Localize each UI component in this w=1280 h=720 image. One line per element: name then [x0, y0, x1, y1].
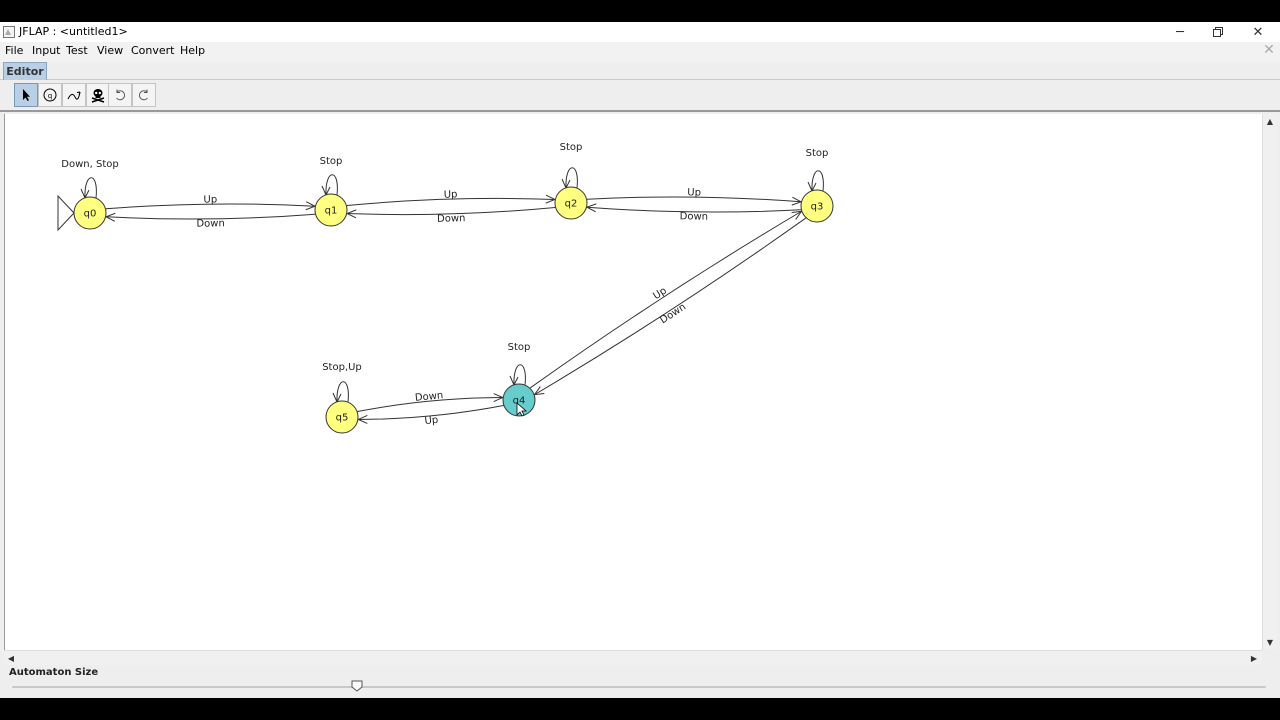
jflap-app-icon	[3, 26, 15, 38]
transition-q2-q2-stop-label[interactable]: Stop	[560, 142, 583, 153]
automaton-canvas[interactable]: Down, Stop Up Down Stop Up Down Stop Up Down Stop…	[4, 114, 1263, 650]
automaton-size-label: Automaton Size	[9, 667, 99, 678]
close-icon: ✕	[1252, 24, 1264, 40]
menu-convert[interactable]: Convert	[131, 44, 175, 57]
svg-text:q: q	[48, 92, 52, 100]
state-q1-label: q1	[325, 206, 338, 217]
vertical-scrollbar[interactable]: ▲ ▼	[1262, 114, 1277, 650]
transition-q5-q5-stop-up-label[interactable]: Stop,Up	[322, 362, 362, 373]
transition-creator-tool[interactable]	[62, 83, 86, 107]
state-creator-tool[interactable]: q	[38, 83, 62, 107]
attribute-editor-tool[interactable]	[14, 83, 38, 107]
state-q3-label: q3	[811, 202, 824, 213]
initial-state-marker	[57, 194, 75, 232]
transition-q2-q1-down-label[interactable]: Down	[437, 213, 466, 225]
automaton-size-slider[interactable]	[12, 686, 1266, 688]
minimize-button[interactable]: ─	[1161, 22, 1199, 42]
undo-button[interactable]	[108, 83, 132, 107]
close-tab-icon: ✕	[1263, 42, 1275, 58]
transition-q4-q3-up-arrowhead	[791, 210, 803, 220]
transition-q1-q1-stop-label[interactable]: Stop	[320, 156, 343, 167]
redo-icon	[138, 89, 148, 101]
menu-test[interactable]: Test	[66, 44, 88, 57]
toolbar: q	[0, 80, 1280, 112]
close-window-button[interactable]: ✕	[1239, 22, 1277, 42]
deleter-tool[interactable]	[86, 83, 110, 107]
transition-q3-q4-down-arrowhead	[533, 386, 545, 396]
transition-q1-q0-down-label[interactable]: Down	[196, 218, 224, 229]
skull-icon	[91, 89, 105, 103]
scroll-up-icon[interactable]: ▲	[1264, 115, 1276, 127]
transition-q5-q4-down-label[interactable]: Down	[414, 390, 443, 404]
transition-q3-q2-down-label[interactable]: Down	[680, 211, 708, 222]
slider-thumb[interactable]	[351, 680, 363, 692]
transition-q3-q4-down-label[interactable]: Down	[658, 302, 688, 327]
maximize-button[interactable]	[1199, 22, 1237, 42]
scroll-down-icon[interactable]: ▼	[1264, 636, 1276, 648]
automaton-diagram[interactable]: Down, StopUpDownStopUpDownStopUpDownStop…	[5, 114, 1263, 650]
menu-input[interactable]: Input	[32, 44, 60, 57]
transition-q4-q3-up-label[interactable]: Up	[651, 286, 668, 303]
horizontal-scrollbar[interactable]: ◀ ▶	[4, 650, 1262, 665]
transition-q1-q2-up-label[interactable]: Up	[444, 189, 458, 200]
undo-icon	[116, 89, 126, 101]
menu-view[interactable]: View	[97, 44, 123, 57]
state-q0-label: q0	[84, 209, 97, 220]
state-circle-icon: q	[43, 88, 57, 102]
transition-q2-q3-up-label[interactable]: Up	[687, 187, 701, 198]
scroll-right-icon[interactable]: ▶	[1248, 652, 1260, 664]
menu-help[interactable]: Help	[180, 44, 205, 57]
close-tab-button[interactable]: ✕	[1262, 43, 1276, 57]
restore-icon	[1213, 27, 1223, 37]
transition-arrow-icon	[67, 91, 81, 100]
transition-q0-q1-up-label[interactable]: Up	[203, 194, 217, 205]
jflap-window: JFLAP : <untitled1> ─ ✕ File Input Test …	[0, 22, 1280, 698]
transition-q0-q0-down-stop-label[interactable]: Down, Stop	[61, 159, 118, 170]
transition-q3-q3-stop-label[interactable]: Stop	[806, 148, 829, 159]
transition-q3-q4-down-line[interactable]	[534, 217, 807, 396]
redo-button[interactable]	[132, 83, 156, 107]
pointer-arrow-icon	[23, 89, 30, 101]
state-q2-label: q2	[565, 199, 578, 210]
tab-editor[interactable]: Editor	[3, 62, 47, 80]
transition-q4-q3-up-line[interactable]	[529, 210, 802, 389]
window-title: JFLAP : <untitled1>	[19, 25, 128, 38]
tab-strip: Editor	[0, 62, 1280, 80]
scroll-left-icon[interactable]: ◀	[5, 652, 17, 664]
title-bar: JFLAP : <untitled1> ─ ✕	[0, 22, 1280, 42]
menu-file[interactable]: File	[5, 44, 23, 57]
transition-q4-q5-up-label[interactable]: Up	[424, 415, 439, 427]
state-q5-label: q5	[336, 413, 349, 424]
minimize-icon: ─	[1176, 24, 1184, 40]
menu-bar: File Input Test View Convert Help	[0, 42, 1280, 62]
transition-q4-q4-stop-label[interactable]: Stop	[508, 342, 531, 353]
